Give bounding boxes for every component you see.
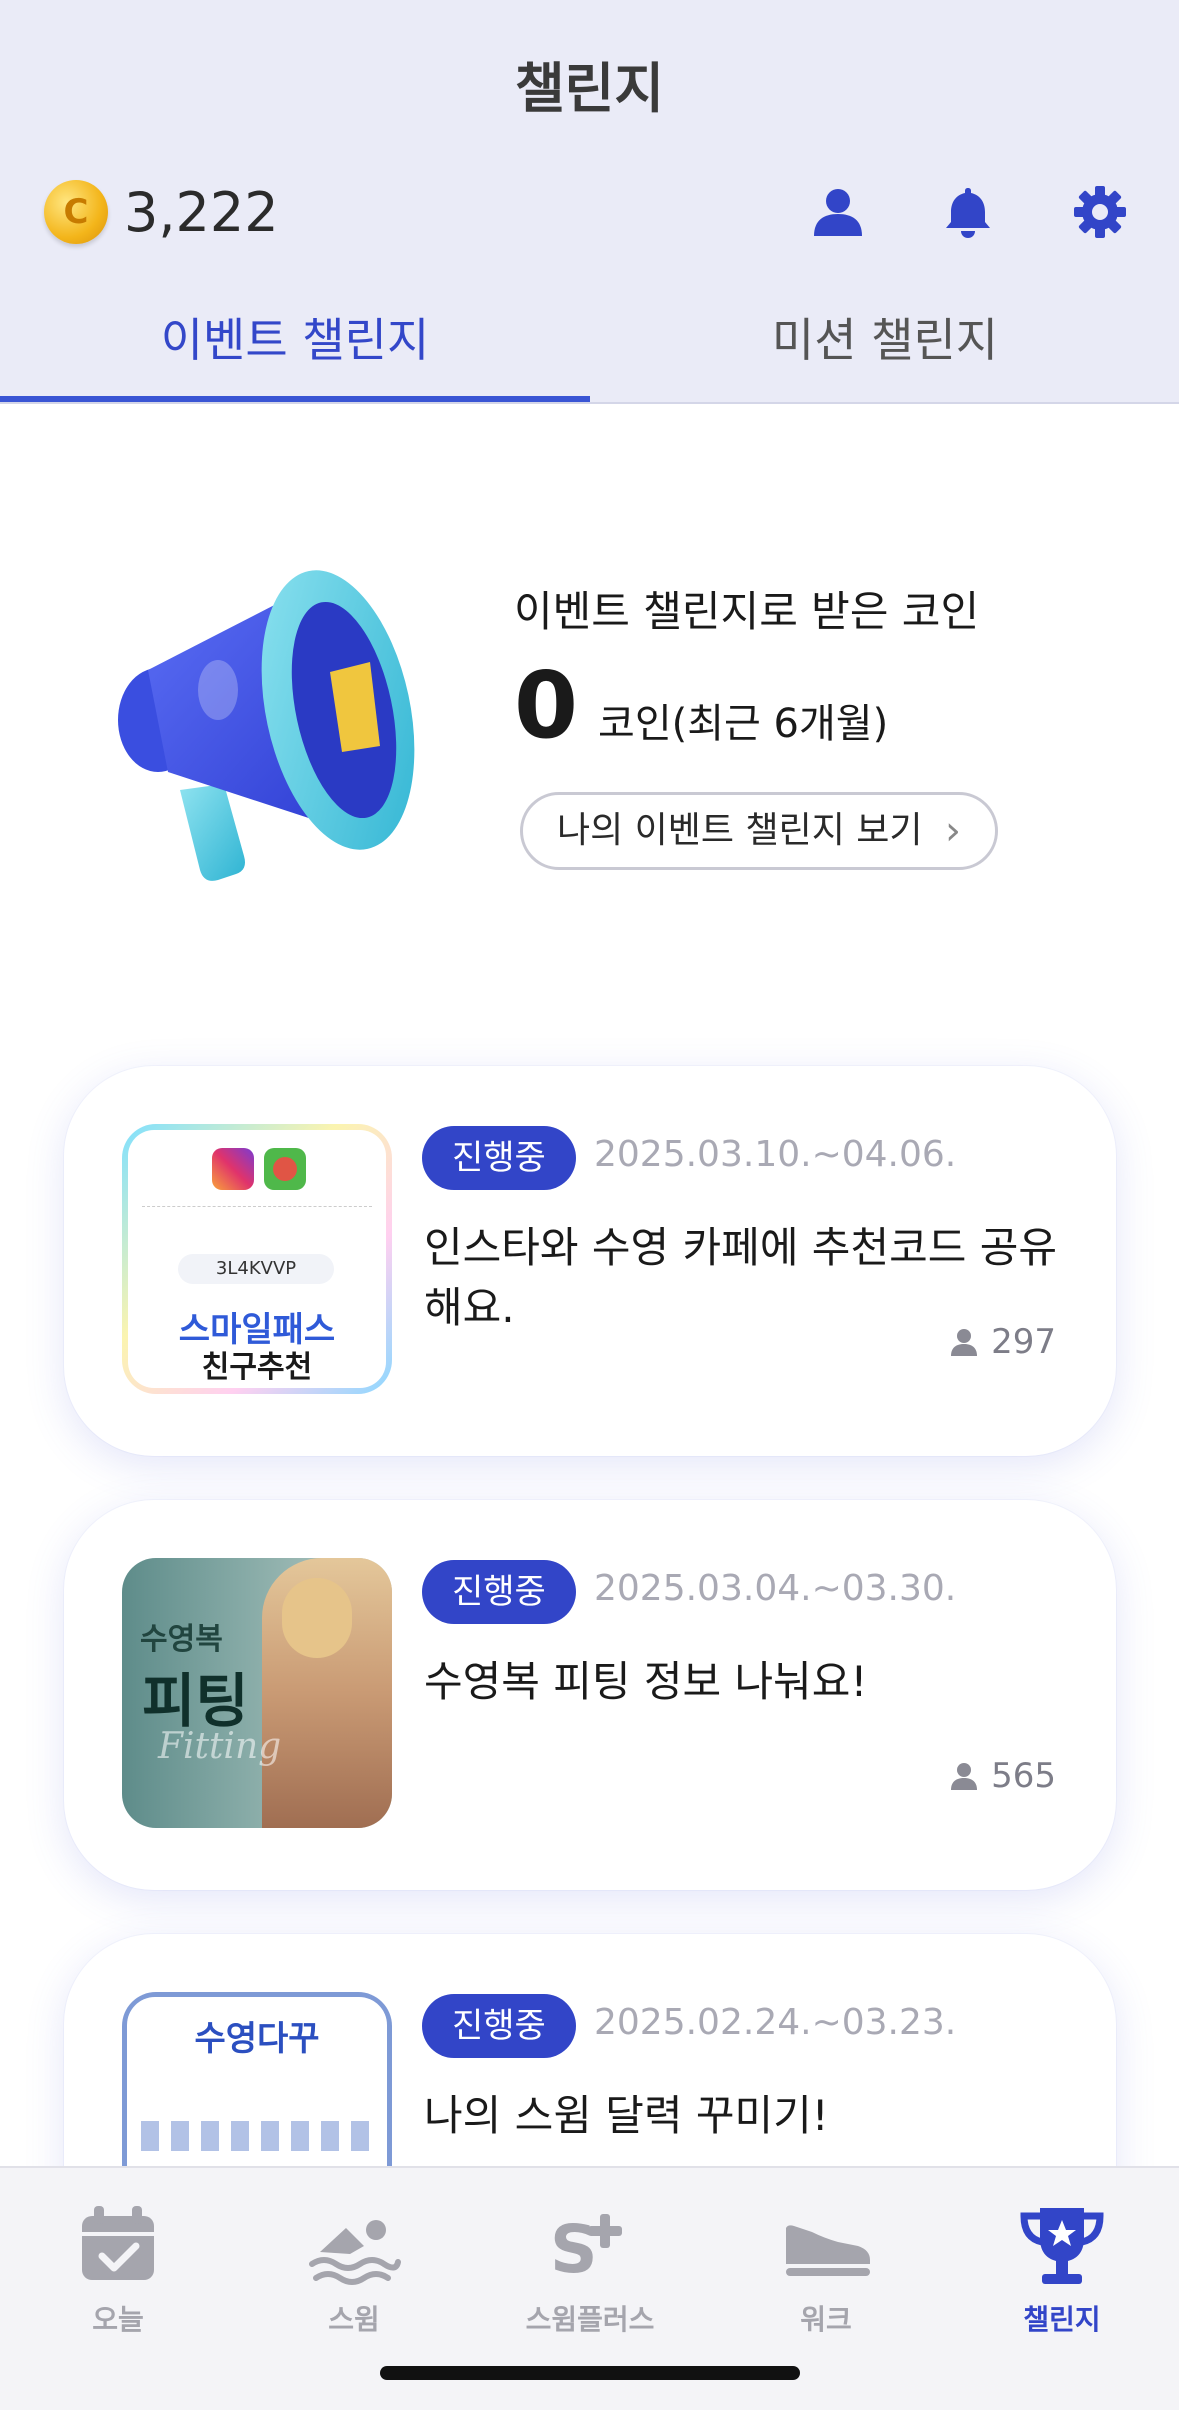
coin-balance[interactable]: C 3,222 xyxy=(44,180,279,244)
megaphone-illustration xyxy=(108,540,448,900)
svg-text:S: S xyxy=(550,2211,598,2288)
swimmer-icon xyxy=(309,2220,401,2285)
person-icon xyxy=(951,1763,978,1790)
coin-balance-value: 3,222 xyxy=(124,180,279,244)
participant-count-value: 565 xyxy=(991,1756,1056,1796)
summary-label: 이벤트 챌린지로 받은 코인 xyxy=(514,587,980,636)
trophy-icon xyxy=(1020,2208,1104,2284)
challenge-title: 수영복 피팅 정보 나눠요! xyxy=(424,1657,868,1706)
summary-amount-unit: 코인(최근 6개월) xyxy=(598,701,889,747)
gear-icon[interactable] xyxy=(1072,184,1128,240)
thumb-line-2: 친구추천 xyxy=(201,1350,313,1385)
nav-label: 챌린지 xyxy=(1023,2303,1101,2336)
nav-swim-plus[interactable]: S 스윔플러스 xyxy=(472,2198,708,2338)
thumb-line-1: 수영다꾸 xyxy=(194,2019,320,2059)
participant-count-value: 297 xyxy=(991,1322,1056,1362)
thumb-line-3: Fitting xyxy=(158,1726,282,1767)
challenge-date: 2025.03.04.~03.30. xyxy=(594,1568,957,1609)
challenge-title: 인스타와 수영 카페에 추천코드 공유해요. xyxy=(424,1223,1058,1332)
instagram-logo-icon xyxy=(212,1148,254,1190)
referral-code: 3L4KVVP xyxy=(178,1254,334,1284)
nav-label: 워크 xyxy=(800,2303,852,2336)
status-badge: 진행중 xyxy=(422,1560,576,1624)
nav-today[interactable]: 오늘 xyxy=(0,2198,236,2338)
participant-count: 297 xyxy=(949,1322,1056,1362)
participant-count: 565 xyxy=(949,1756,1056,1796)
tab-mission-challenge[interactable]: 미션 챌린지 xyxy=(590,300,1179,402)
challenge-card[interactable]: 수영복 피팅 Fitting 진행중 2025.03.04.~03.30. 수영… xyxy=(64,1500,1116,1890)
challenge-date: 2025.03.10.~04.06. xyxy=(594,1134,957,1175)
nav-swim[interactable]: 스윔 xyxy=(236,2198,472,2338)
tab-event-challenge[interactable]: 이벤트 챌린지 xyxy=(0,300,590,402)
calendar-check-icon xyxy=(82,2206,154,2280)
my-event-challenges-label: 나의 이벤트 챌린지 보기 xyxy=(557,810,923,851)
sneaker-icon xyxy=(786,2225,870,2276)
summary-amount: 0 코인(최근 6개월) xyxy=(514,660,888,752)
chevron-right-icon: › xyxy=(945,808,961,854)
home-indicator xyxy=(380,2366,800,2380)
nav-label: 오늘 xyxy=(92,2303,144,2336)
nav-challenge[interactable]: 챌린지 xyxy=(944,2198,1179,2338)
bell-icon[interactable] xyxy=(940,184,996,240)
summary-amount-value: 0 xyxy=(514,652,579,759)
cafe-logo-icon xyxy=(264,1148,306,1190)
person-icon xyxy=(951,1329,978,1356)
nav-label: 스윔플러스 xyxy=(525,2303,655,2336)
challenge-title: 나의 스윔 달력 꾸미기! xyxy=(424,2091,829,2140)
profile-icon[interactable] xyxy=(810,184,866,240)
status-badge: 진행중 xyxy=(422,1126,576,1190)
status-badge: 진행중 xyxy=(422,1994,576,2058)
page-title: 챌린지 xyxy=(514,57,665,120)
challenge-date: 2025.02.24.~03.23. xyxy=(594,2002,957,2043)
coin-icon: C xyxy=(44,180,108,244)
my-event-challenges-button[interactable]: 나의 이벤트 챌린지 보기 › xyxy=(520,792,998,870)
thumb-line-1: 수영복 xyxy=(140,1622,223,1657)
challenge-thumbnail: 3L4KVVP 스마일패스 친구추천 xyxy=(122,1124,392,1394)
challenge-card[interactable]: 3L4KVVP 스마일패스 친구추천 진행중 2025.03.10.~04.06… xyxy=(64,1066,1116,1456)
s-plus-icon: S xyxy=(550,2211,622,2288)
challenge-tabs: 이벤트 챌린지 미션 챌린지 xyxy=(0,300,1179,404)
active-tab-indicator xyxy=(0,396,590,402)
nav-walk[interactable]: 워크 xyxy=(708,2198,944,2338)
nav-label: 스윔 xyxy=(328,2303,380,2336)
challenge-thumbnail: 수영복 피팅 Fitting xyxy=(122,1558,392,1828)
app-header: 챌린지 C 3,222 이벤트 챌린지 미션 챌린지 xyxy=(0,0,1179,404)
